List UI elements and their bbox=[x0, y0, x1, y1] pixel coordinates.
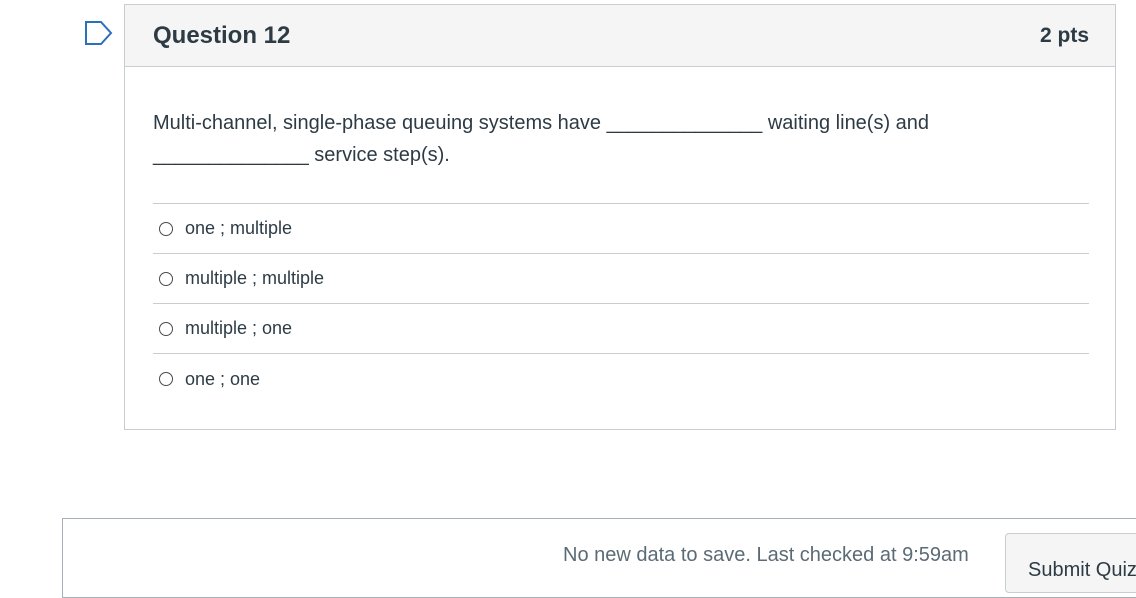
quiz-footer: No new data to save. Last checked at 9:5… bbox=[62, 518, 1136, 598]
radio-button[interactable] bbox=[159, 221, 173, 236]
question-card: Question 12 2 pts Multi-channel, single-… bbox=[124, 4, 1116, 430]
question-header: Question 12 2 pts bbox=[125, 5, 1115, 67]
question-points: 2 pts bbox=[1039, 23, 1089, 47]
answer-label[interactable]: one ; one bbox=[185, 369, 260, 390]
radio-button[interactable] bbox=[159, 271, 173, 286]
answer-label[interactable]: one ; multiple bbox=[185, 218, 292, 239]
answer-list: one ; multiple multiple ; multiple multi… bbox=[153, 203, 1089, 404]
answer-label[interactable]: multiple ; multiple bbox=[185, 268, 324, 289]
answer-option[interactable]: one ; one bbox=[153, 354, 1089, 404]
flag-question-icon[interactable] bbox=[84, 20, 114, 46]
answer-option[interactable]: one ; multiple bbox=[153, 204, 1089, 254]
radio-button[interactable] bbox=[159, 372, 173, 386]
answer-option[interactable]: multiple ; multiple bbox=[153, 254, 1089, 304]
submit-quiz-button[interactable]: Submit Quiz bbox=[1005, 533, 1136, 593]
answer-option[interactable]: multiple ; one bbox=[153, 304, 1089, 354]
question-title: Question 12 bbox=[153, 21, 291, 49]
save-status: No new data to save. Last checked at 9:5… bbox=[563, 544, 969, 566]
question-body: Multi-channel, single-phase queuing syst… bbox=[125, 67, 1115, 404]
radio-button[interactable] bbox=[159, 321, 173, 336]
question-text: Multi-channel, single-phase queuing syst… bbox=[153, 112, 930, 166]
answer-label[interactable]: multiple ; one bbox=[185, 318, 292, 339]
